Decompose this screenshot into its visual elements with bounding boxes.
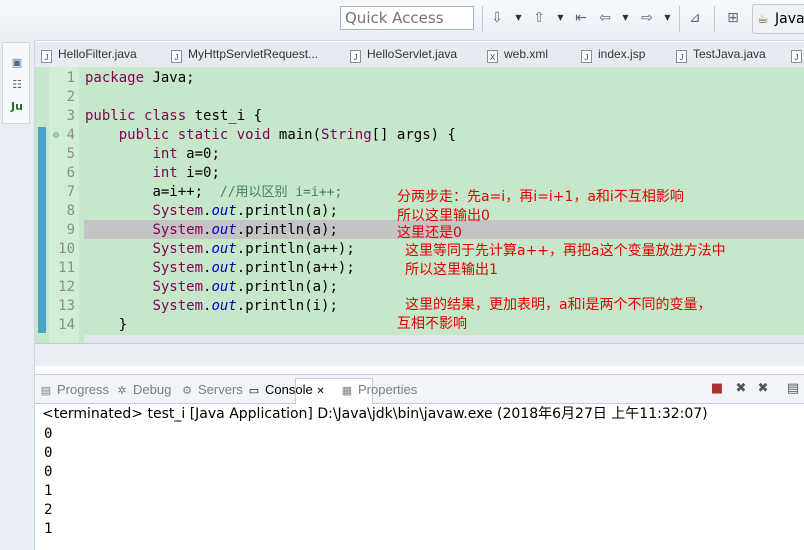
code-line-14: } [118,317,128,333]
tab-console[interactable]: ▭ Console ✕ [247,381,325,399]
quick-access-input[interactable] [340,6,474,30]
forward-dropdown-icon[interactable]: ▼ [663,11,672,25]
overview-ruler [38,127,46,333]
line-number: 3 [66,108,75,124]
console-process-label: <terminated> test_i [Java Application] D… [42,406,708,422]
line-number: 11 [58,260,75,276]
console-output-line: 0 [44,464,53,480]
line-number: 10 [58,241,75,257]
next-annotation-icon[interactable]: ⇩ [488,9,506,27]
java-perspective-label: Java [775,11,804,27]
main-toolbar: ⇩ ▼ ⇧ ▼ ⇤ ⇦ ▼ ⇨ ▼ ⊿ ⊞ ☕ Java [0,0,804,41]
toolbar-separator [714,6,715,32]
java-perspective-icon: ☕ [757,12,769,27]
code-line-1: package Java; [85,70,195,86]
editor-tab-helloservlet[interactable]: J HelloServlet.java [350,42,457,66]
pin-editor-icon[interactable]: ⊿ [686,9,704,27]
previous-annotation-icon[interactable]: ⇧ [530,9,548,27]
editor-tab-myhttpservletrequest[interactable]: J MyHttpServletRequest... [171,42,318,66]
editor-tab-hellofilter[interactable]: J HelloFilter.java [41,42,137,66]
restore-icon[interactable]: ▣ [9,55,25,71]
line-number: 1 [66,70,75,86]
tab-debug[interactable]: ✲ Debug [115,381,171,399]
annotation-note: 互相不影响 [397,316,467,332]
java-file-icon: J [171,50,182,63]
code-line-12: System.out.println(a); [152,279,338,295]
junit-icon[interactable]: Ju [9,99,25,115]
line-number: 5 [66,146,75,162]
terminate-icon[interactable]: ■ [709,381,725,397]
open-perspective-icon[interactable]: ⊞ [724,9,742,27]
annotation-note: 这里还是0 [397,225,462,241]
previous-annotation-dropdown-icon[interactable]: ▼ [556,11,565,25]
console-icon: ▭ [248,385,260,397]
close-icon[interactable]: ✕ [316,386,324,397]
tab-servers[interactable]: ⚙ Servers [180,381,243,399]
java-file-icon: J [350,50,361,63]
console-output-line: 0 [44,445,53,461]
last-edit-location-icon[interactable]: ⇤ [572,9,590,27]
annotation-note: 所以这里输出1 [405,262,498,278]
horizontal-scrollbar[interactable] [84,335,804,343]
console-output-line: 1 [44,521,53,537]
code-line-13: System.out.println(i); [152,298,338,314]
console-output-line: 0 [44,426,53,442]
editor-tab-bar: J HelloFilter.java J MyHttpServletRequest.… [35,42,804,68]
debug-icon: ✲ [117,385,127,397]
console-output-line: 2 [44,502,53,518]
toolbar-separator [679,6,680,32]
code-line-8: System.out.println(a); [152,203,338,219]
line-number: 14 [58,317,75,333]
editor-tab-testjava[interactable]: J TestJava.java [676,42,766,66]
clear-console-icon[interactable]: ▤ [785,381,801,397]
fold-collapse-icon[interactable]: ⊖ [53,126,61,145]
line-number: 9 [66,222,75,238]
left-trim-stack: ▣ ☷ Ju [0,40,35,550]
code-line-11: System.out.println(a++); [152,260,355,276]
remove-launch-icon[interactable]: ✖ [733,381,749,397]
xml-file-icon: X [487,50,498,63]
progress-icon: ▤ [40,385,52,397]
properties-icon: ▦ [341,385,353,397]
next-annotation-dropdown-icon[interactable]: ▼ [514,11,523,25]
code-line-5: int a=0; [152,146,220,162]
tab-progress[interactable]: ▤ Progress [39,381,109,399]
line-number: 13 [58,298,75,314]
annotation-note: 这里等同于先计算a++，再把a这个变量放进方法中 [405,243,726,259]
code-line-7: a=i++; //用以区别 i=i++; [152,184,343,200]
servers-icon: ⚙ [182,385,192,397]
annotation-note: 分两步走：先a=i，再i=i+1，a和i不互相影响 [397,189,684,205]
line-number: 12 [58,279,75,295]
console-output-line: 1 [44,483,53,499]
java-file-icon: J [791,50,802,63]
code-line-3: public class test_i { [85,108,263,124]
jsp-file-icon: J [581,50,592,63]
editor-tab-web-xml[interactable]: Xweb.xml [487,42,548,66]
line-number: 7 [66,184,75,200]
annotation-note: 这里的结果，更加表明，a和i是两个不同的变量， [405,297,712,313]
back-dropdown-icon[interactable]: ▼ [621,11,630,25]
view-tab-bar: ▤ Progress ✲ Debug ⚙ Servers ▭ Console ✕ ▦ Pr… [35,374,804,404]
forward-arrow-icon[interactable]: ⇨ [638,9,656,27]
java-file-icon: J [676,50,687,63]
line-number: 6 [66,165,75,181]
editor-tab-active[interactable]: J [791,42,804,66]
toolbar-separator [482,6,483,32]
minimized-views-panel: ▣ ☷ Ju [2,42,30,124]
back-arrow-icon[interactable]: ⇦ [596,9,614,27]
tab-properties[interactable]: ▦ Properties [340,381,417,399]
java-perspective-button[interactable]: ☕ Java [752,4,804,34]
remove-all-terminated-icon[interactable]: ✖ [755,381,771,397]
code-editor[interactable]: 1 2 3 4 5 6 7 8 9 10 11 12 13 14 ⊖ packa… [35,67,804,343]
hierarchy-icon[interactable]: ☷ [9,77,25,93]
code-line-9: System.out.println(a); [152,222,338,238]
code-line-4: public static void main(String[] args) { [118,127,456,143]
line-number: 8 [66,203,75,219]
editor-bottom-border [35,343,804,366]
editor-tab-index-jsp[interactable]: Jindex.jsp [581,42,645,66]
line-number: 2 [66,89,75,105]
code-line-10: System.out.println(a++); [152,241,355,257]
java-file-icon: J [41,50,52,63]
code-line-6: int i=0; [152,165,220,181]
